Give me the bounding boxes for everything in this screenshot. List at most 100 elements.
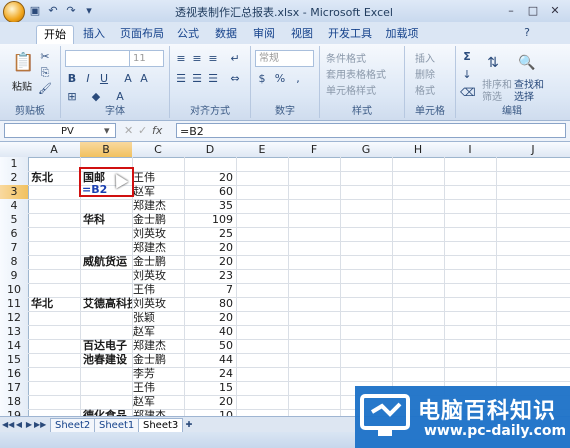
align-right-icon[interactable]: ☰ — [206, 72, 220, 86]
column-header[interactable]: C — [132, 142, 185, 158]
cell-D12[interactable]: 20 — [184, 311, 233, 325]
insert-function-icon[interactable]: fx — [152, 124, 162, 137]
cut-icon[interactable]: ✂ — [38, 50, 52, 64]
currency-icon[interactable]: $ — [255, 72, 269, 86]
paste-label[interactable]: 粘贴 — [12, 78, 32, 93]
cell-C5[interactable]: 金士鹏 — [133, 213, 166, 227]
maximize-icon[interactable]: □ — [522, 2, 544, 19]
insert-cells-button[interactable]: 插入 — [415, 50, 435, 65]
cell-A2[interactable]: 东北 — [31, 171, 53, 185]
row-header[interactable]: 10 — [0, 283, 29, 298]
cell-C17[interactable]: 王伟 — [133, 381, 155, 395]
column-header[interactable]: F — [288, 142, 341, 158]
sheet-tab-sheet2[interactable]: Sheet2 — [50, 418, 96, 433]
cell-C16[interactable]: 李芳 — [133, 367, 155, 381]
cell-D16[interactable]: 24 — [184, 367, 233, 381]
tab-review[interactable]: 审阅 — [248, 25, 280, 43]
cell-A11[interactable]: 华北 — [31, 297, 53, 311]
align-bottom-icon[interactable]: ≡ — [206, 52, 220, 66]
cell-D17[interactable]: 15 — [184, 381, 233, 395]
wrap-text-icon[interactable]: ↵ — [228, 52, 242, 66]
name-box[interactable]: PV — [4, 123, 116, 138]
cell-D3[interactable]: 60 — [184, 185, 233, 199]
tab-addins[interactable]: 加载项 — [382, 25, 422, 43]
cell-D18[interactable]: 20 — [184, 395, 233, 409]
sheet-tab-sheet3[interactable]: Sheet3 — [138, 418, 184, 433]
prev-sheet-icon[interactable]: ◀ — [14, 418, 24, 432]
clear-icon[interactable]: ⌫ — [460, 86, 476, 100]
column-header[interactable]: J — [496, 142, 570, 158]
cell-B11[interactable]: 艾德高科技 — [83, 297, 132, 311]
cell-C8[interactable]: 金士鹏 — [133, 255, 166, 269]
cell-C3[interactable]: 赵军 — [133, 185, 155, 199]
tab-page-layout[interactable]: 页面布局 — [116, 25, 168, 43]
underline-icon[interactable]: U — [97, 72, 111, 86]
sort-filter-icon[interactable]: ⇅ — [486, 56, 500, 70]
column-header[interactable]: B — [80, 142, 133, 158]
cell-C9[interactable]: 刘英玫 — [133, 269, 166, 283]
align-left-icon[interactable]: ☰ — [174, 72, 188, 86]
redo-icon[interactable]: ↷ — [64, 4, 78, 18]
cell-D15[interactable]: 44 — [184, 353, 233, 367]
row-header[interactable]: 1 — [0, 157, 29, 172]
save-icon[interactable]: ▣ — [28, 4, 42, 18]
row-header[interactable]: 12 — [0, 311, 29, 326]
filter-label[interactable]: 筛选 — [482, 88, 502, 103]
copy-icon[interactable]: ⎘ — [38, 66, 52, 80]
close-icon[interactable]: ✕ — [544, 2, 566, 19]
cancel-formula-icon[interactable]: ✕ — [124, 124, 133, 137]
cell-C4[interactable]: 郑建杰 — [133, 199, 166, 213]
last-sheet-icon[interactable]: ▶▶ — [34, 418, 46, 432]
tab-data[interactable]: 数据 — [210, 25, 242, 43]
cell-D19[interactable]: 10 — [184, 409, 233, 416]
cell-D10[interactable]: 7 — [184, 283, 233, 297]
cell-D11[interactable]: 80 — [184, 297, 233, 311]
cell-D7[interactable]: 20 — [184, 241, 233, 255]
cell-D4[interactable]: 35 — [184, 199, 233, 213]
row-header[interactable]: 9 — [0, 269, 29, 284]
format-painter-icon[interactable]: 🖌 — [38, 82, 52, 96]
cell-D8[interactable]: 20 — [184, 255, 233, 269]
cell-C14[interactable]: 郑建杰 — [133, 339, 166, 353]
font-shrink-icon[interactable]: A — [137, 72, 151, 86]
tab-formulas[interactable]: 公式 — [172, 25, 204, 43]
cell-D13[interactable]: 40 — [184, 325, 233, 339]
find-select-icon[interactable]: 🔍 — [518, 56, 535, 70]
tab-home[interactable]: 开始 — [36, 25, 74, 44]
row-header[interactable]: 8 — [0, 255, 29, 270]
help-icon[interactable]: ? — [520, 26, 534, 40]
fill-icon[interactable]: ↓ — [460, 68, 474, 82]
row-header[interactable]: 15 — [0, 353, 29, 368]
cell-styles-button[interactable]: 单元格样式 — [326, 82, 376, 97]
column-header[interactable]: E — [236, 142, 289, 158]
namebox-dropdown-icon[interactable]: ▾ — [104, 124, 110, 137]
cell-C6[interactable]: 刘英玫 — [133, 227, 166, 241]
comma-icon[interactable]: , — [291, 72, 305, 86]
row-header[interactable]: 4 — [0, 199, 29, 214]
row-header[interactable]: 17 — [0, 381, 29, 396]
formula-input[interactable]: =B2 — [176, 123, 566, 138]
cell-C2[interactable]: 王伟 — [133, 171, 155, 185]
row-header[interactable]: 14 — [0, 339, 29, 354]
align-center-icon[interactable]: ☰ — [190, 72, 204, 86]
cell-D9[interactable]: 23 — [184, 269, 233, 283]
tab-view[interactable]: 视图 — [286, 25, 318, 43]
autosum-icon[interactable]: Σ — [460, 50, 474, 64]
row-header[interactable]: 18 — [0, 395, 29, 410]
next-sheet-icon[interactable]: ▶ — [24, 418, 34, 432]
office-button[interactable] — [3, 1, 25, 23]
sheet-tab-sheet1[interactable]: Sheet1 — [94, 418, 140, 433]
column-header[interactable]: I — [444, 142, 497, 158]
cell-B15[interactable]: 池春建设 — [83, 353, 127, 367]
cell-D2[interactable]: 20 — [184, 171, 233, 185]
delete-cells-button[interactable]: 删除 — [415, 66, 435, 81]
align-middle-icon[interactable]: ≡ — [190, 52, 204, 66]
cell-B14[interactable]: 百达电子 — [83, 339, 127, 353]
cell-B5[interactable]: 华科 — [83, 213, 105, 227]
number-format-dropdown[interactable]: 常规 — [255, 50, 314, 67]
row-header[interactable]: 16 — [0, 367, 29, 382]
row-header[interactable]: 3 — [0, 185, 29, 200]
column-header[interactable]: G — [340, 142, 393, 158]
row-header[interactable]: 11 — [0, 297, 29, 312]
cell-B19[interactable]: 德化食品 — [83, 409, 127, 416]
